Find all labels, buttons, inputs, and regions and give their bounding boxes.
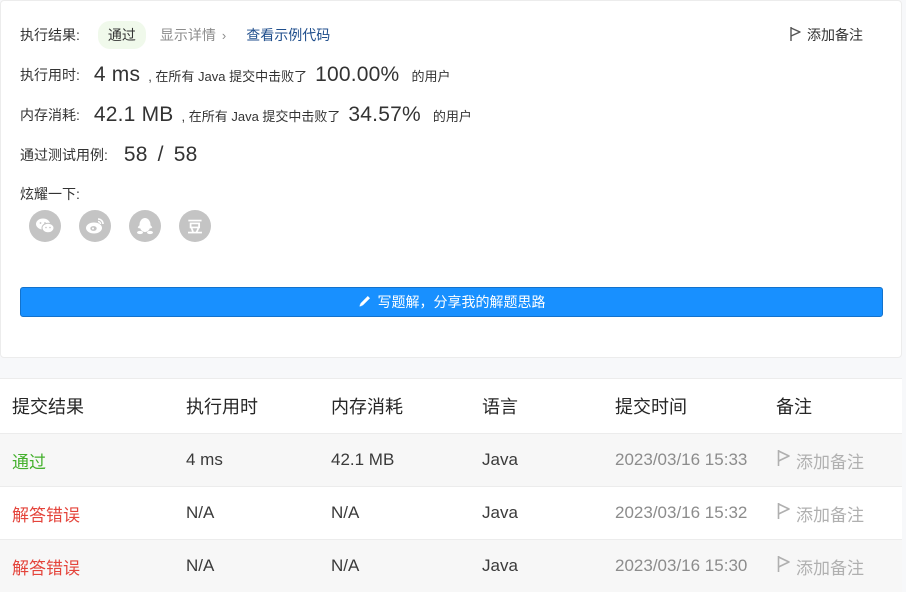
- row-time: 2023/03/16 15:30: [615, 556, 748, 575]
- show-details-label: 显示详情: [159, 27, 216, 43]
- flag-icon: [776, 449, 792, 472]
- header-time[interactable]: 提交时间: [615, 393, 687, 419]
- row-add-note-label: 添加备注: [796, 452, 864, 472]
- share-row: 炫耀一下:: [20, 184, 80, 204]
- add-note-label: 添加备注: [807, 27, 863, 43]
- view-example-code-link[interactable]: 查看示例代码: [246, 25, 330, 45]
- memory-value: 42.1 MB: [93, 103, 174, 126]
- tests-total: 58: [173, 143, 198, 166]
- table-row[interactable]: 解答错误 N/A N/A Java 2023/03/16 15:32 添加备注: [0, 486, 902, 539]
- row-add-note-label: 添加备注: [796, 558, 864, 578]
- tests-row: 通过测试用例: 58 / 58: [20, 143, 197, 167]
- douban-icon[interactable]: 豆: [179, 210, 211, 242]
- row-memory: 42.1 MB: [331, 450, 395, 469]
- row-time: 2023/03/16 15:33: [615, 450, 748, 469]
- result-card: 执行结果: 通过 显示详情 › 查看示例代码 添加备注 执行用时: 4 ms ,…: [0, 0, 902, 358]
- flag-icon: [776, 502, 792, 525]
- row-status[interactable]: 解答错误: [12, 554, 80, 579]
- header-status[interactable]: 提交结果: [12, 393, 84, 419]
- tests-separator: /: [157, 143, 164, 166]
- flag-icon: [776, 555, 792, 578]
- flag-icon: [789, 26, 803, 45]
- table-row[interactable]: 解答错误 N/A N/A Java 2023/03/16 15:30 添加备注: [0, 539, 902, 592]
- runtime-percent: 100.00%: [315, 63, 400, 86]
- douban-glyph: 豆: [187, 218, 203, 236]
- memory-row: 内存消耗: 42.1 MB , 在所有 Java 提交中击败了 34.57% 的…: [20, 103, 472, 127]
- pencil-icon: [358, 294, 378, 311]
- write-solution-button[interactable]: 写题解，分享我的解题思路: [20, 287, 883, 317]
- row-language: Java: [482, 556, 518, 575]
- runtime-suffix: 的用户: [411, 68, 451, 84]
- row-status[interactable]: 解答错误: [12, 501, 80, 526]
- row-add-note-button[interactable]: 添加备注: [776, 448, 864, 473]
- row-time: 2023/03/16 15:32: [615, 503, 748, 522]
- table-row[interactable]: 通过 4 ms 42.1 MB Java 2023/03/16 15:33 添加…: [0, 433, 902, 486]
- result-label: 执行结果:: [20, 27, 80, 43]
- tests-label: 通过测试用例:: [20, 147, 108, 163]
- wechat-icon[interactable]: [29, 210, 61, 242]
- result-row: 执行结果: 通过 显示详情 › 查看示例代码: [20, 21, 330, 49]
- header-note: 备注: [776, 397, 812, 417]
- table-header: 提交结果 执行用时 内存消耗 语言 提交时间 备注: [0, 379, 902, 433]
- header-language[interactable]: 语言: [482, 393, 518, 419]
- qq-icon[interactable]: [129, 210, 161, 242]
- submissions-table: 提交结果 执行用时 内存消耗 语言 提交时间 备注 通过 4 ms 42.1 M…: [0, 378, 902, 592]
- row-status[interactable]: 通过: [12, 448, 46, 473]
- row-language: Java: [482, 503, 518, 522]
- row-memory: N/A: [331, 556, 360, 575]
- row-runtime: N/A: [186, 503, 215, 522]
- memory-label: 内存消耗:: [20, 107, 80, 123]
- memory-mid-text: , 在所有 Java 提交中击败了: [181, 108, 341, 124]
- row-runtime: N/A: [186, 556, 215, 575]
- tests-passed: 58: [123, 143, 148, 166]
- row-add-note-button[interactable]: 添加备注: [776, 554, 864, 579]
- runtime-row: 执行用时: 4 ms , 在所有 Java 提交中击败了 100.00% 的用户: [20, 63, 450, 87]
- runtime-label: 执行用时:: [20, 67, 80, 83]
- memory-percent: 34.57%: [348, 103, 421, 126]
- runtime-mid-text: , 在所有 Java 提交中击败了: [148, 68, 308, 84]
- row-runtime: 4 ms: [186, 450, 223, 469]
- show-details-link[interactable]: 显示详情 ›: [160, 25, 226, 45]
- weibo-icon[interactable]: [79, 210, 111, 242]
- row-add-note-button[interactable]: 添加备注: [776, 501, 864, 526]
- row-add-note-label: 添加备注: [796, 505, 864, 525]
- add-note-button[interactable]: 添加备注: [789, 25, 863, 45]
- runtime-value: 4 ms: [93, 63, 141, 86]
- share-icons: 豆: [29, 210, 229, 242]
- share-label: 炫耀一下:: [20, 186, 80, 202]
- chevron-right-icon: ›: [221, 27, 227, 43]
- header-runtime[interactable]: 执行用时: [186, 393, 258, 419]
- memory-suffix: 的用户: [432, 108, 472, 124]
- row-memory: N/A: [331, 503, 360, 522]
- status-badge: 通过: [97, 21, 146, 49]
- row-language: Java: [482, 450, 518, 469]
- write-solution-label: 写题解，分享我的解题思路: [377, 294, 546, 310]
- header-memory[interactable]: 内存消耗: [331, 393, 403, 419]
